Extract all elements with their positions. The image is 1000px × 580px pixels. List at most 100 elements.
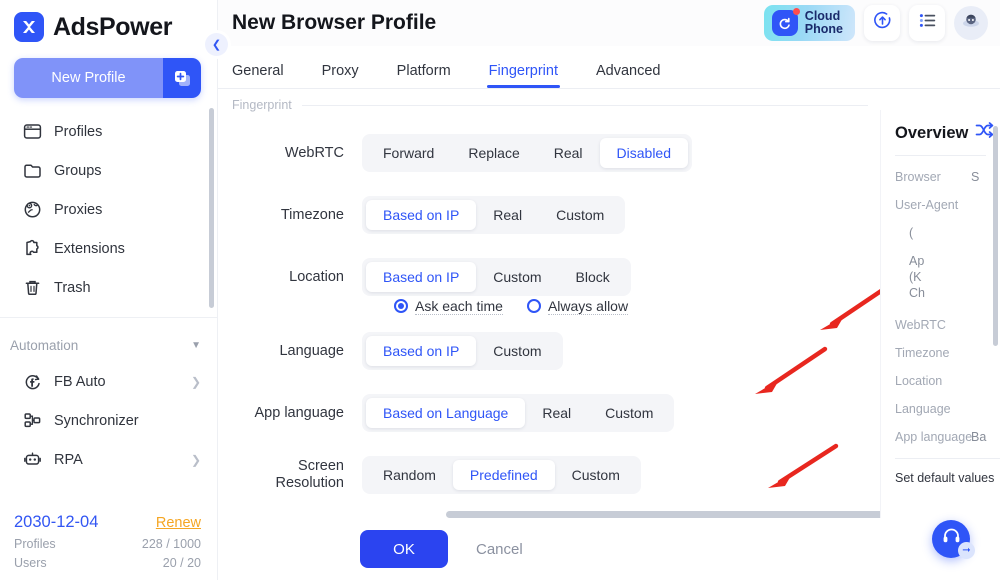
location-option-based-on-ip[interactable]: Based on IP xyxy=(366,262,477,292)
avatar[interactable] xyxy=(954,6,988,40)
adspower-logo-icon xyxy=(14,12,44,42)
sidebar-item-proxies[interactable]: Proxies xyxy=(0,190,217,229)
overview-user-agent-line: Ap xyxy=(909,254,925,268)
overview-row-key: User-Agent xyxy=(895,198,959,212)
timezone-option-real[interactable]: Real xyxy=(476,200,539,230)
sidebar-item-label: Trash xyxy=(54,279,91,296)
sidebar-scrollbar[interactable] xyxy=(209,108,214,308)
location-option-block[interactable]: Block xyxy=(559,262,627,292)
overview-row-app-language: App language Ba xyxy=(895,430,1000,444)
sidebar-collapse-button[interactable]: ❮ xyxy=(205,33,228,56)
shuffle-icon[interactable] xyxy=(975,122,994,144)
radio-label: Ask each time xyxy=(415,297,503,315)
tab-proxy[interactable]: Proxy xyxy=(322,63,359,88)
row-label: Location xyxy=(289,268,344,285)
row-label: Language xyxy=(279,342,344,359)
radio-ask-each-time[interactable]: Ask each time xyxy=(394,298,503,315)
overview-row-user-agent: User-Agent xyxy=(895,198,1000,212)
webrtc-option-forward[interactable]: Forward xyxy=(366,138,451,168)
tab-bar: General Proxy Platform Fingerprint Advan… xyxy=(218,46,1000,88)
screen-resolution-option-predefined[interactable]: Predefined xyxy=(452,460,555,490)
upload-circle-button[interactable] xyxy=(864,5,900,41)
sidebar-item-trash[interactable]: Trash xyxy=(0,268,217,307)
overview-divider xyxy=(895,155,986,156)
subscription-row-value: 228 / 1000 xyxy=(141,537,201,551)
chevron-down-icon: ▼ xyxy=(191,339,201,351)
overview-row-browser: Browser S xyxy=(895,170,1000,184)
tab-general[interactable]: General xyxy=(232,63,284,88)
add-profile-icon[interactable] xyxy=(163,58,201,98)
webrtc-segmented-control: Forward Replace Real Disabled xyxy=(362,134,693,172)
robot-icon xyxy=(22,450,42,470)
overview-row-webrtc: WebRTC xyxy=(895,318,1000,332)
sidebar-item-rpa[interactable]: RPA ❯ xyxy=(0,440,217,479)
radio-always-allow[interactable]: Always allow xyxy=(526,297,629,315)
sidebar-nav: Profiles Groups Proxies Extensions Trash… xyxy=(0,112,217,479)
overview-row-key: Language xyxy=(895,402,951,416)
overview-row-key: Browser xyxy=(895,170,941,184)
overview-user-agent-line: ( xyxy=(909,226,914,240)
upload-circle-icon xyxy=(872,10,893,36)
sidebar-item-label: Extensions xyxy=(54,240,125,257)
ok-button[interactable]: OK xyxy=(360,530,448,568)
browser-window-icon xyxy=(22,122,42,142)
radio-label: Always allow xyxy=(547,297,629,315)
screen-resolution-option-random[interactable]: Random xyxy=(366,460,453,490)
sidebar-item-fb-auto[interactable]: FB Auto ❯ xyxy=(0,362,217,401)
main-panel: New Browser Profile Cloud Phone General … xyxy=(218,0,1000,580)
app-language-option-based-on-language[interactable]: Based on Language xyxy=(366,398,526,428)
tab-advanced[interactable]: Advanced xyxy=(596,63,661,88)
row-label: Timezone xyxy=(280,206,344,223)
sidebar-item-label: RPA xyxy=(54,451,83,468)
dialog-footer: OK Cancel xyxy=(218,518,1000,580)
radio-dot-icon xyxy=(526,299,541,313)
trash-icon xyxy=(22,278,42,298)
overview-row-key: WebRTC xyxy=(895,318,946,332)
sidebar-item-groups[interactable]: Groups xyxy=(0,151,217,190)
sidebar-item-profiles[interactable]: Profiles xyxy=(0,112,217,151)
app-language-option-custom[interactable]: Custom xyxy=(588,398,670,428)
subscription-row-label: Profiles xyxy=(14,537,56,551)
language-option-based-on-ip[interactable]: Based on IP xyxy=(366,336,477,366)
sidebar-item-synchronizer[interactable]: Synchronizer xyxy=(0,401,217,440)
sidebar-item-extensions[interactable]: Extensions xyxy=(0,229,217,268)
overview-user-agent-line: Ch xyxy=(909,286,925,300)
webrtc-option-disabled[interactable]: Disabled xyxy=(599,138,689,168)
subscription-expiry: 2030-12-04 xyxy=(14,513,99,531)
overview-scrollbar[interactable] xyxy=(993,126,998,346)
globe-pin-icon xyxy=(22,200,42,220)
screen-resolution-option-custom[interactable]: Custom xyxy=(555,460,637,490)
radio-dot-icon xyxy=(394,299,408,313)
set-default-values-link[interactable]: Set default values xyxy=(895,458,1000,485)
timezone-segmented-control: Based on IP Real Custom xyxy=(362,196,626,234)
arrow-right-icon[interactable]: ➞ xyxy=(958,542,975,559)
new-profile-button[interactable]: New Profile xyxy=(14,58,201,98)
tab-platform[interactable]: Platform xyxy=(397,63,451,88)
chevron-right-icon: ❯ xyxy=(190,452,201,467)
overview-row-key: App language xyxy=(895,430,973,444)
subscription-row-profiles: Profiles 228 / 1000 xyxy=(14,537,201,551)
timezone-option-custom[interactable]: Custom xyxy=(539,200,621,230)
support-button[interactable]: ➞ xyxy=(932,520,975,559)
puzzle-piece-icon xyxy=(22,239,42,259)
tab-fingerprint[interactable]: Fingerprint xyxy=(486,63,561,88)
language-segmented-control: Based on IP Custom xyxy=(362,332,563,370)
task-list-button[interactable] xyxy=(909,5,945,41)
topbar: New Browser Profile Cloud Phone xyxy=(218,0,1000,46)
location-option-custom[interactable]: Custom xyxy=(476,262,558,292)
language-option-custom[interactable]: Custom xyxy=(476,336,558,366)
webrtc-option-replace[interactable]: Replace xyxy=(451,138,536,168)
timezone-option-based-on-ip[interactable]: Based on IP xyxy=(366,200,477,230)
app-language-option-real[interactable]: Real xyxy=(525,398,588,428)
webrtc-option-real[interactable]: Real xyxy=(537,138,600,168)
overview-title-row: Overview xyxy=(895,122,1000,144)
renew-link[interactable]: Renew xyxy=(156,515,201,531)
cancel-button[interactable]: Cancel xyxy=(476,541,523,558)
row-label: WebRTC xyxy=(284,144,344,161)
overview-user-agent-line: (K xyxy=(909,270,922,284)
legend-rule xyxy=(301,104,868,106)
automation-section-header[interactable]: Automation ▼ xyxy=(0,328,217,362)
cloud-phone-button[interactable]: Cloud Phone xyxy=(763,5,855,41)
overview-row-key: Location xyxy=(895,374,943,388)
user-avatar-icon xyxy=(960,10,982,37)
